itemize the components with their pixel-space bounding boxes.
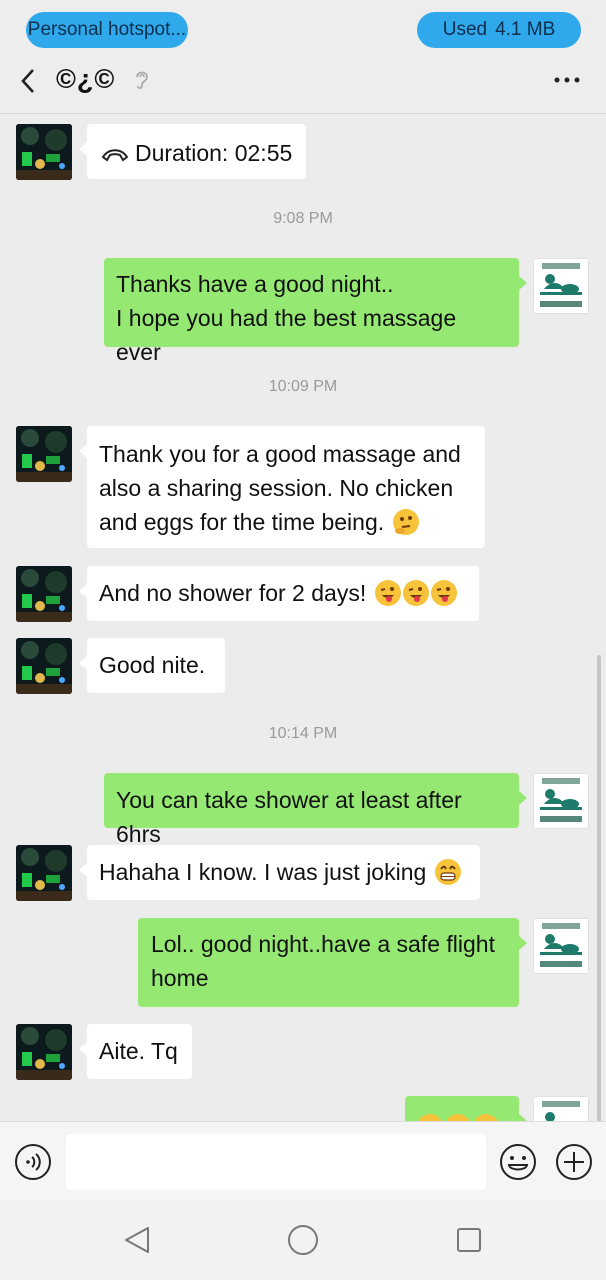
message-line: home: [151, 965, 209, 991]
contact-avatar[interactable]: [16, 426, 72, 482]
timestamp: 10:09 PM: [268, 378, 338, 395]
message-bubble-mine[interactable]: You can take shower at least after 6hrs: [104, 773, 527, 847]
message-bubble-theirs[interactable]: And no shower for 2 days!: [79, 566, 479, 621]
data-used-value: 4.1 MB: [495, 19, 556, 40]
my-avatar[interactable]: [533, 258, 589, 314]
message-line: I hope you had the best massage ever: [116, 305, 457, 365]
message-bubble-theirs[interactable]: Thank you for a good massage and also a …: [79, 426, 485, 548]
contact-avatar[interactable]: [16, 1024, 72, 1080]
timestamp: 9:08 PM: [273, 210, 333, 227]
call-duration-text: Duration: 02:55: [135, 140, 293, 166]
more-dots-icon[interactable]: [552, 70, 582, 90]
message-bubble-theirs[interactable]: Hahaha I know. I was just joking: [79, 845, 480, 900]
data-used-label: Used: [442, 19, 488, 40]
contact-avatar[interactable]: [16, 124, 72, 180]
winking-tongue-emoji: [374, 580, 401, 606]
voice-icon[interactable]: [14, 1143, 52, 1181]
message-bubble-mine[interactable]: [405, 1096, 527, 1121]
my-avatar[interactable]: [533, 1096, 589, 1121]
message-line: And no shower for 2 days!: [99, 580, 367, 606]
chat-area[interactable]: Duration: 02:55 9:08 PM Thanks have a go…: [0, 115, 606, 1121]
thinking-face-emoji: [392, 509, 419, 535]
message-bubble-mine[interactable]: Lol.. good night..have a safe flight hom…: [138, 918, 527, 1007]
plus-icon[interactable]: [555, 1143, 593, 1181]
message-line: Thanks have a good night..: [116, 271, 394, 297]
data-usage-pill[interactable]: Used 4.1 MB: [417, 12, 581, 48]
smiley-icon[interactable]: [499, 1143, 537, 1181]
grinning-teeth-emoji: [434, 859, 461, 885]
message-line: also a sharing session. No chicken: [99, 475, 454, 501]
phone-hangup-icon: [101, 149, 129, 162]
message-line: Thank you for a good massage and: [99, 441, 461, 467]
contact-avatar[interactable]: [16, 845, 72, 901]
winking-tongue-emoji: [430, 580, 457, 606]
message-line: Lol.. good night..have a safe flight: [151, 931, 495, 957]
status-bar: Personal hotspot... Used 4.1 MB: [0, 0, 606, 56]
chevron-left-icon[interactable]: [14, 66, 44, 96]
nav-recent-square-icon[interactable]: [455, 1226, 483, 1254]
my-avatar[interactable]: [533, 773, 589, 829]
call-duration-bubble[interactable]: Duration: 02:55: [78, 124, 307, 179]
grinning-emoji: [445, 1114, 471, 1121]
input-bar: [0, 1121, 606, 1200]
hotspot-label: Personal hotspot...: [27, 19, 187, 40]
nav-back-triangle-icon[interactable]: [122, 1224, 154, 1256]
message-input[interactable]: [66, 1134, 486, 1190]
message-bubble-mine[interactable]: Thanks have a good night.. I hope you ha…: [104, 258, 527, 365]
system-nav-bar: [0, 1200, 606, 1280]
my-avatar[interactable]: [533, 918, 589, 974]
timestamp: 10:14 PM: [268, 725, 338, 742]
chat-header: ©¿©: [0, 56, 606, 114]
winking-tongue-emoji: [402, 580, 429, 606]
chat-scrollbar[interactable]: [597, 655, 601, 1121]
message-bubble-theirs[interactable]: Good nite.: [79, 638, 225, 693]
hotspot-pill[interactable]: Personal hotspot...: [26, 12, 188, 48]
ear-icon: [136, 71, 148, 90]
message-line: Hahaha I know. I was just joking: [99, 859, 427, 885]
contact-avatar[interactable]: [16, 638, 72, 694]
chat-title: ©¿©: [56, 64, 116, 94]
contact-avatar[interactable]: [16, 566, 72, 622]
message-line: Aite. Tq: [99, 1038, 178, 1064]
message-line: You can take shower at least after 6hrs: [116, 787, 462, 847]
message-line: and eggs for the time being.: [99, 509, 385, 535]
message-line: Good nite.: [99, 652, 206, 678]
grinning-emoji: [473, 1114, 499, 1121]
grinning-emoji: [417, 1114, 443, 1121]
message-bubble-theirs[interactable]: Aite. Tq: [79, 1024, 192, 1079]
nav-home-circle-icon[interactable]: [286, 1223, 320, 1257]
